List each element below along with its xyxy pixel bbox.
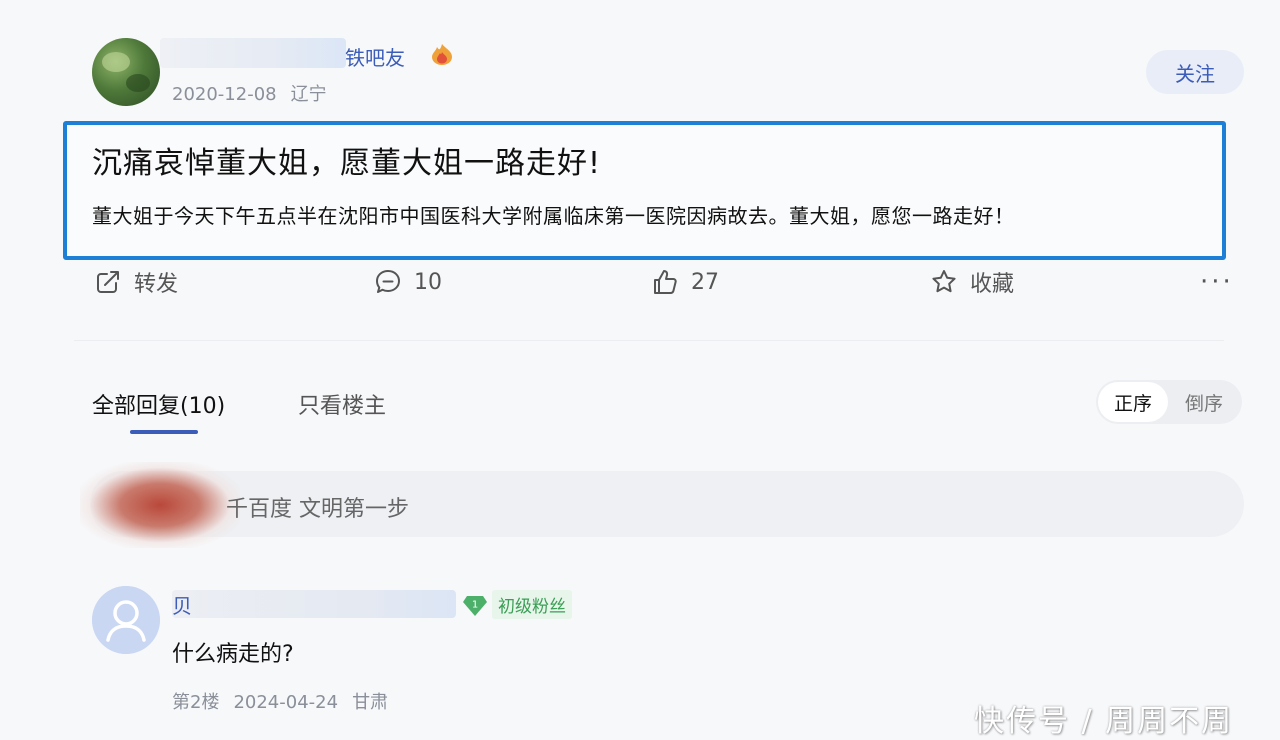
active-tab-indicator — [130, 430, 198, 434]
commenter-name-blurred[interactable] — [172, 590, 456, 618]
section-divider — [74, 340, 1224, 341]
star-icon — [932, 270, 956, 293]
fan-level-badge: 1 初级粉丝 — [462, 590, 572, 619]
fan-level-label: 初级粉丝 — [492, 590, 572, 619]
sort-ascending-button[interactable]: 正序 — [1098, 382, 1168, 422]
watermark: 快传号 / 周周不周 — [974, 704, 1234, 739]
like-count: 27 — [691, 269, 719, 295]
post-date: 2020-12-08 — [172, 84, 277, 105]
favorite-button[interactable]: 收藏 — [930, 266, 1014, 298]
more-icon[interactable]: ··· — [1200, 266, 1234, 298]
post-location: 辽宁 — [290, 84, 327, 105]
flame-badge-icon — [428, 42, 456, 66]
comment-floor: 第2楼 — [172, 692, 220, 713]
commenter-name[interactable]: 贝 — [172, 590, 192, 619]
like-button[interactable]: 27 — [651, 266, 719, 298]
tab-all-replies[interactable]: 全部回复(10) — [92, 388, 225, 420]
comment-icon — [376, 270, 400, 293]
share-icon — [97, 271, 119, 293]
reply-input-placeholder: 千百度 文明第一步 — [226, 497, 409, 522]
diamond-badge-icon: 1 — [463, 595, 487, 616]
comment-button[interactable]: 10 — [374, 266, 442, 298]
share-label: 转发 — [134, 272, 179, 297]
post-body: 董大姐于今天下午五点半在沈阳市中国医科大学附属临床第一医院因病故去。董大姐，愿您… — [92, 204, 1015, 228]
author-name[interactable]: 铁吧友 — [345, 42, 405, 71]
sort-descending-button[interactable]: 倒序 — [1168, 389, 1240, 416]
post-title: 沉痛哀悼董大姐，愿董大姐一路走好! — [92, 146, 602, 181]
comment-date: 2024-04-24 — [233, 692, 339, 713]
comment-location: 甘肃 — [352, 692, 389, 713]
tab-owner-only[interactable]: 只看楼主 — [298, 388, 386, 420]
comment-text: 什么病走的? — [172, 642, 294, 667]
share-button[interactable]: 转发 — [94, 266, 178, 298]
commenter-avatar[interactable] — [92, 586, 160, 654]
post-meta: 2020-12-08 辽宁 — [172, 80, 327, 106]
badge-level-number: 1 — [472, 599, 478, 610]
thumbs-up-icon — [654, 270, 677, 294]
default-avatar-icon — [92, 586, 160, 654]
author-name-blurred[interactable] — [160, 38, 346, 68]
favorite-label: 收藏 — [970, 272, 1015, 297]
follow-button[interactable]: 关注 — [1146, 50, 1244, 94]
current-user-avatar — [80, 462, 240, 548]
comment-count: 10 — [414, 269, 442, 295]
comment-meta: 第2楼 2024-04-24 甘肃 — [172, 688, 388, 714]
author-avatar[interactable] — [92, 38, 160, 106]
sort-toggle: 正序 倒序 — [1096, 380, 1242, 424]
